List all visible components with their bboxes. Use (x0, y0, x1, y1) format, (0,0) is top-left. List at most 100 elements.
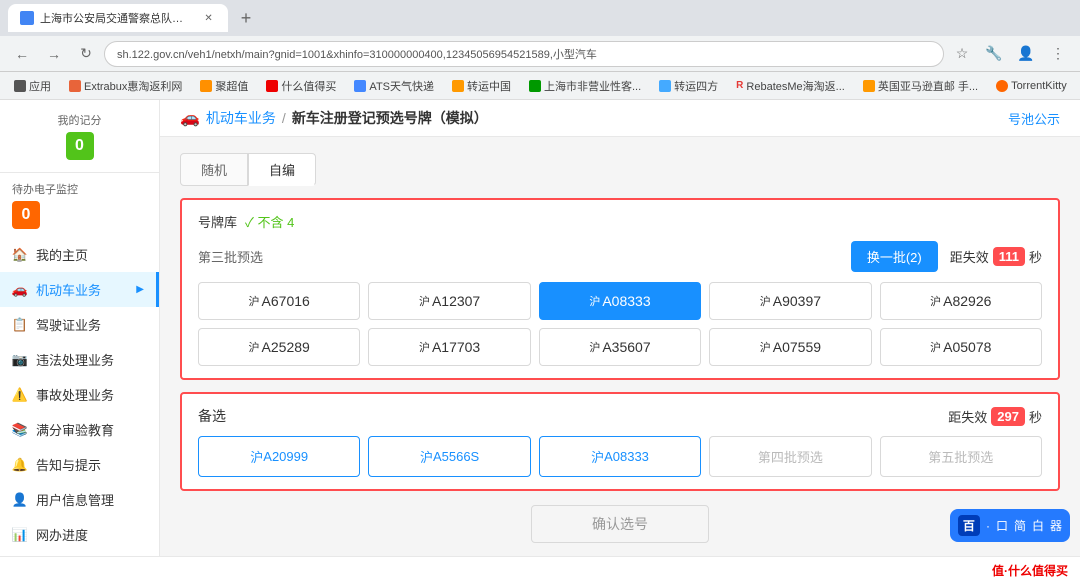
float-btn-5[interactable]: 器 (1050, 517, 1062, 534)
refresh-button[interactable]: ↻ (72, 40, 100, 68)
bookmark-rebatesme[interactable]: R RebatesMe海淘返... (730, 76, 851, 96)
pool-header-row: 号牌库 ✓ 不含 4 (198, 212, 1042, 231)
extensions-button[interactable]: 🔧 (980, 40, 1008, 68)
bookmark-amazon-uk[interactable]: 英国亚马逊直邮 手... (857, 76, 984, 96)
sidebar-item-notice[interactable]: 🔔 告知与提示 (0, 447, 159, 482)
main-content: 🚗 机动车业务 / 新车注册登记预选号牌（模拟） 号池公示 随机 自编 (160, 100, 1080, 556)
bookmark-smzdm[interactable]: 什么值得买 (260, 76, 342, 96)
plate-pool-link[interactable]: 号池公示 (1008, 109, 1060, 128)
bookmark-torrentkitty[interactable]: TorrentKitty (990, 78, 1073, 94)
float-btn-2[interactable]: 口 (996, 517, 1008, 534)
plate-item-7[interactable]: 沪 A35607 (539, 328, 701, 366)
sidebar-item-license[interactable]: 📋 驾驶证业务 (0, 307, 159, 342)
car-breadcrumb-icon: 🚗 (180, 108, 200, 128)
accident-icon: ⚠️ (12, 387, 28, 403)
browser-tab[interactable]: 上海市公安局交通警察总队互联... ✕ (8, 4, 228, 32)
plate-item-9[interactable]: 沪 A05078 (880, 328, 1042, 366)
reserve-label-4: 第五批预选 (928, 447, 993, 466)
bookmark-label: 聚超值 (215, 78, 248, 94)
zhuanyun4-icon (659, 80, 671, 92)
back-button[interactable]: ← (8, 40, 36, 68)
plate-item-2[interactable]: 沪 A08333 (539, 282, 701, 320)
reserve-item-1[interactable]: 沪 A5566S (368, 436, 530, 477)
sh-taxi-icon (529, 80, 541, 92)
plate-grid: 沪 A67016 沪 A12307 沪 A08333 沪 (198, 282, 1042, 366)
bookmark-sh-taxi[interactable]: 上海市非营业性客... (523, 76, 647, 96)
confirm-button[interactable]: 确认选号 (531, 505, 709, 543)
monitor-section: 待办电子监控 0 (0, 173, 159, 237)
sidebar-item-progress[interactable]: 📊 网办进度 (0, 517, 159, 552)
plate-province-5: 沪 (249, 339, 260, 355)
profile-button[interactable]: 👤 (1012, 40, 1040, 68)
float-widget: 百 · 口 简 白 器 (950, 509, 1070, 542)
sidebar-item-label: 驾驶证业务 (36, 315, 101, 334)
sidebar-item-user-mgmt[interactable]: 👤 用户信息管理 (0, 482, 159, 517)
car-icon: 🚗 (12, 282, 28, 298)
page-title: 新车注册登记预选号牌（模拟） (292, 108, 488, 128)
bookmark-juchaozhi[interactable]: 聚超值 (194, 76, 254, 96)
reserve-item-0[interactable]: 沪 A20999 (198, 436, 360, 477)
sidebar-item-violation[interactable]: 📷 违法处理业务 (0, 342, 159, 377)
amazon-uk-icon (863, 80, 875, 92)
switch-batch-button[interactable]: 换一批(2) (851, 241, 938, 272)
reserve-label: 备选 (198, 406, 226, 426)
plate-item-3[interactable]: 沪 A90397 (709, 282, 871, 320)
batch-label: 第三批预选 (198, 247, 263, 266)
plate-item-1[interactable]: 沪 A12307 (368, 282, 530, 320)
plate-province-1: 沪 (419, 293, 430, 309)
countdown-prefix: 距失效 (950, 247, 989, 266)
sidebar-item-accident[interactable]: ⚠️ 事故处理业务 (0, 377, 159, 412)
plate-item-6[interactable]: 沪 A17703 (368, 328, 530, 366)
reserve-number-2: A08333 (604, 449, 649, 464)
address-bar[interactable]: sh.122.gov.cn/veh1/netxh/main?gnid=1001&… (104, 41, 944, 67)
plate-item-5[interactable]: 沪 A25289 (198, 328, 360, 366)
bookmark-button[interactable]: ☆ (948, 40, 976, 68)
bookmark-apps[interactable]: 应用 (8, 76, 57, 96)
plate-number-2: A08333 (602, 293, 650, 309)
bookmark-label: 上海市非营业性客... (544, 78, 641, 94)
bookmark-extrabux[interactable]: Extrabux惠淘返利网 (63, 76, 188, 96)
zhuanyun-icon (452, 80, 464, 92)
float-btn-4[interactable]: 白 (1032, 517, 1044, 534)
bookmark-label: ATS天气快递 (369, 78, 434, 94)
bookmark-label: TorrentKitty (1011, 80, 1067, 92)
bookmark-zhuanyun[interactable]: 转运中国 (446, 76, 517, 96)
plate-number-0: A67016 (262, 293, 310, 309)
bottom-bar: 值·什么值得买 (0, 556, 1080, 584)
reserve-province-2: 沪 (591, 447, 604, 466)
education-icon: 📚 (12, 422, 28, 438)
page-header: 🚗 机动车业务 / 新车注册登记预选号牌（模拟） 号池公示 (160, 100, 1080, 137)
nav-actions: ☆ 🔧 👤 ⋮ (948, 40, 1072, 68)
tab-custom[interactable]: 自编 (248, 153, 316, 186)
batch-header: 第三批预选 换一批(2) 距失效 111 秒 (198, 241, 1042, 272)
plate-province-8: 沪 (760, 339, 771, 355)
apps-icon (14, 80, 26, 92)
new-tab-button[interactable]: + (232, 4, 260, 32)
reserve-header-row: 备选 距失效 297 秒 (198, 406, 1042, 426)
bookmark-ats[interactable]: ATS天气快递 (348, 76, 440, 96)
service-link[interactable]: 机动车业务 (206, 108, 276, 128)
sidebar-item-label: 告知与提示 (36, 455, 101, 474)
user-icon: 👤 (12, 492, 28, 508)
reserve-grid: 沪 A20999 沪 A5566S 沪 A08333 第四批预选 (198, 436, 1042, 477)
confirm-btn-area: 确认选号 (180, 505, 1060, 543)
reserve-countdown-value: 297 (991, 407, 1025, 426)
float-btn-3[interactable]: 简 (1014, 517, 1026, 534)
sidebar-item-home[interactable]: 🏠 我的主页 (0, 237, 159, 272)
bookmark-zhuanyun4[interactable]: 转运四方 (653, 76, 724, 96)
plate-item-0[interactable]: 沪 A67016 (198, 282, 360, 320)
bottom-watermark: 值·什么值得买 (992, 562, 1068, 579)
tab-random[interactable]: 随机 (180, 153, 248, 186)
sidebar-item-education[interactable]: 📚 满分审验教育 (0, 412, 159, 447)
plate-item-8[interactable]: 沪 A07559 (709, 328, 871, 366)
plate-number-4: A82926 (943, 293, 991, 309)
forward-button[interactable]: → (40, 40, 68, 68)
menu-button[interactable]: ⋮ (1044, 40, 1072, 68)
sidebar-item-label: 违法处理业务 (36, 350, 114, 369)
reserve-item-2[interactable]: 沪 A08333 (539, 436, 701, 477)
float-btn-1[interactable]: · (986, 519, 990, 533)
plate-item-4[interactable]: 沪 A82926 (880, 282, 1042, 320)
ats-icon (354, 80, 366, 92)
sidebar-item-motor[interactable]: 🚗 机动车业务 ▶ (0, 272, 159, 307)
tab-close-btn[interactable]: ✕ (201, 10, 216, 26)
